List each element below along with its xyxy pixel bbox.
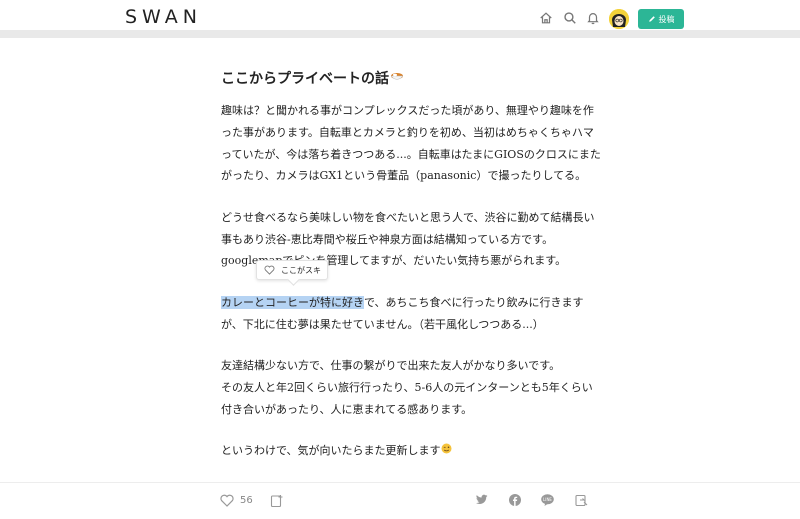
footer-divider [0,482,800,483]
like-count: 56 [240,495,253,506]
post-button-label: 投稿 [658,14,675,24]
paragraph-line: というわけで、気が向いたらまた更新します [221,443,452,459]
facebook-icon[interactable] [509,494,521,506]
selected-text-highlight[interactable]: カレーとコーヒーが特に好き [221,296,364,309]
paragraph-line: っていたが、今は落ち着きつつある...。自転車はたまにGIOSのクロスにまた [221,148,601,161]
magazine-add-icon[interactable] [270,494,284,508]
home-icon[interactable] [539,11,553,25]
line-icon[interactable]: LINE [541,494,554,506]
paragraph-line: 付き合いがあったり、人に恵まれてる感あります。 [221,403,473,416]
embed-icon[interactable] [575,494,588,507]
paragraph-line: 事もあり渋谷-恵比寿間や桜丘や神泉方面は結構知っている方です。 [221,233,554,246]
user-avatar[interactable] [609,9,629,29]
tooltip-label: ここがスキ [281,265,321,275]
svg-text:LINE: LINE [543,497,552,502]
paragraph-line: どうせ食べるなら美味しい物を食べたいと思う人で、渋谷に勤めて結構長い [221,211,595,224]
paragraph-line: その友人と年2回くらい旅行行ったり、5-6人の元インターンとも5年くらい [221,381,593,394]
site-logo[interactable]: SWAN [125,6,202,28]
paragraph-line: 趣味は？と聞かれる事がコンプレックスだった頃があり、無理やり趣味を作 [221,104,594,117]
post-button[interactable]: 投稿 [638,9,684,29]
curry-bowl-icon [390,70,404,86]
paragraph-line: がったり、カメラはGX1という骨董品（panasonic）で撮ったりしてる。 [221,169,587,182]
header-divider-band [0,30,800,38]
wink-face-icon [441,443,452,459]
paragraph-closing-text: というわけで、気が向いたらまた更新します [221,444,441,457]
heart-icon[interactable] [220,494,234,507]
heart-outline-icon [264,265,275,275]
pencil-icon [648,16,655,22]
bell-icon[interactable] [586,11,600,25]
search-icon[interactable] [563,11,577,25]
article-title-text: ここからプライベートの話 [221,71,389,87]
paragraph-line: った事があります。自転車とカメラと釣りを初め、当初はめちゃくちゃハマ [221,126,594,139]
paragraph-line: が、下北に住む夢は果たせていません。（若干風化しつつある...） [221,318,544,331]
twitter-icon[interactable] [476,494,488,505]
paragraph-line-highlighted: カレーとコーヒーが特に好きで、あちこち食べに行ったり飲みに行きます [221,295,584,311]
paragraph-line-rest: で、あちこち食べに行ったり飲みに行きます [364,296,584,309]
article-title: ここからプライベートの話 [221,68,404,88]
like-selection-tooltip[interactable]: ここがスキ [256,260,328,280]
paragraph-line: 友達結構少ない方で、仕事の繋がりで出来た友人がかなり多いです。 [221,359,561,372]
